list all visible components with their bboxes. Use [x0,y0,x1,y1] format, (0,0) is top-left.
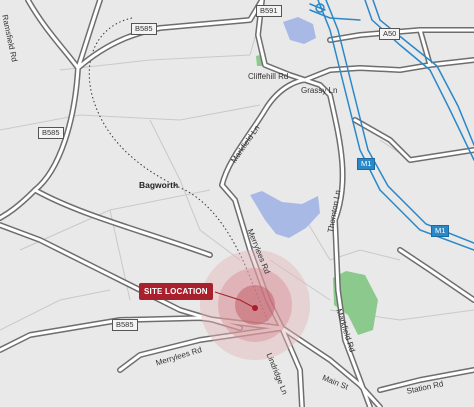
site-location-callout[interactable]: SITE LOCATION [139,283,213,300]
road-label-grassy-ln: Grassy Ln [301,86,338,95]
shield-b585-left: B585 [38,127,64,139]
reservoir-north [283,17,316,44]
shield-m1-right: M1 [431,225,450,237]
site-marker [200,250,310,360]
map-canvas[interactable]: Ramsfield Rd Cliffehill Rd Grassy Ln Mar… [0,0,474,407]
shield-b591: B591 [256,5,282,17]
shield-a50: A50 [379,28,401,40]
reservoir-south [250,191,320,238]
road-label-cliffehill-rd: Cliffehill Rd [248,72,289,81]
shield-b585-top: B585 [131,23,157,35]
shield-b585-bottom: B585 [112,319,138,331]
shield-m1-center: M1 [357,158,376,170]
map-svg [0,0,474,407]
place-label-bagworth: Bagworth [139,180,179,190]
